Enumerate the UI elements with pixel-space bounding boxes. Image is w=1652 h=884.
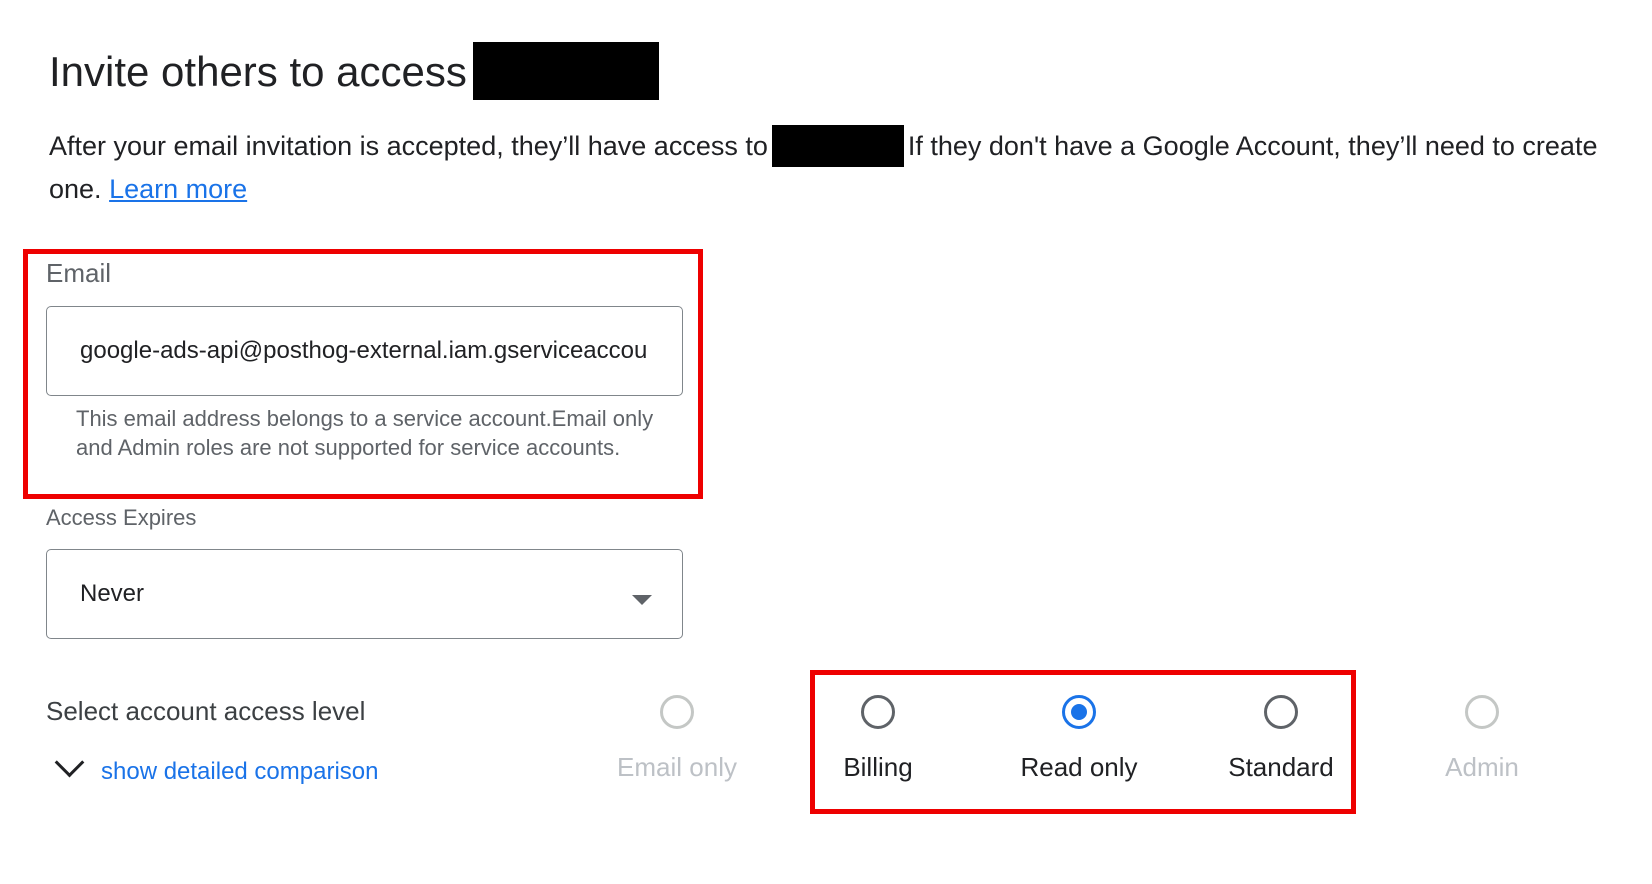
expand-comparison-toggle[interactable] bbox=[54, 747, 86, 782]
access-expires-value: Never bbox=[80, 580, 145, 607]
radio-billing[interactable] bbox=[861, 695, 895, 729]
access-expires-label: Access Expires bbox=[46, 505, 197, 530]
dropdown-arrow-icon bbox=[632, 595, 652, 605]
radio-label-admin: Admin bbox=[1445, 752, 1519, 782]
email-label: Email bbox=[46, 258, 112, 288]
email-input[interactable]: google-ads-api@posthog-external.iam.gser… bbox=[46, 306, 683, 396]
radio-read-only[interactable] bbox=[1062, 695, 1096, 729]
radio-label-standard[interactable]: Standard bbox=[1228, 752, 1334, 783]
radio-label-read-only[interactable]: Read only bbox=[1020, 752, 1137, 783]
radio-label-email-only: Email only bbox=[617, 752, 737, 782]
show-comparison-link[interactable]: show detailed comparison bbox=[101, 758, 379, 786]
chevron-down-icon bbox=[54, 747, 85, 778]
access-expires-select[interactable]: Never bbox=[46, 549, 683, 639]
learn-more-link[interactable]: Learn more bbox=[109, 174, 247, 204]
page-title-text: Invite others to access bbox=[49, 48, 467, 96]
invite-description: After your email invitation is accepted,… bbox=[49, 124, 1629, 210]
email-input-value: google-ads-api@posthog-external.iam.gser… bbox=[80, 337, 648, 364]
redacted-account-name bbox=[472, 42, 659, 100]
radio-standard[interactable] bbox=[1264, 695, 1298, 729]
radio-label-billing[interactable]: Billing bbox=[843, 752, 912, 783]
access-level-label: Select account access level bbox=[46, 696, 366, 726]
page-title: Invite others to access bbox=[49, 42, 659, 104]
access-options-highlight bbox=[810, 670, 1356, 814]
radio-selected-dot bbox=[1071, 704, 1087, 720]
radio-email-only bbox=[660, 695, 694, 729]
radio-admin bbox=[1465, 695, 1499, 729]
email-helper-text: This email address belongs to a service … bbox=[76, 406, 654, 460]
redacted-account-name-inline bbox=[771, 124, 904, 167]
description-text-1: After your email invitation is accepted,… bbox=[49, 131, 768, 161]
